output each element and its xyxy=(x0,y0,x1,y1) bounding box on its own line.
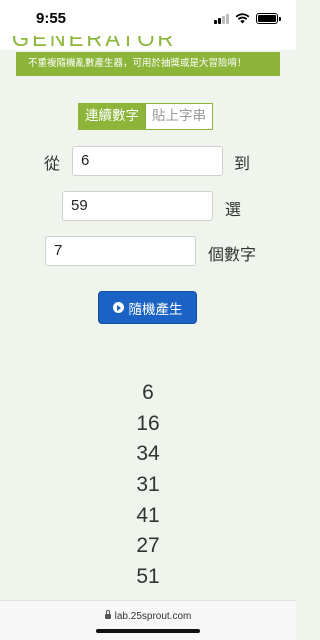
result-number: 27 xyxy=(136,534,160,558)
wifi-icon xyxy=(235,13,250,24)
site-header: GENERATOR xyxy=(0,36,296,50)
result-number: 16 xyxy=(136,411,160,435)
status-icons xyxy=(214,13,281,24)
url-text: lab.25sprout.com xyxy=(114,611,192,622)
status-bar: 9:55 xyxy=(0,0,296,36)
site-title: GENERATOR xyxy=(12,36,177,50)
to-input[interactable]: 59 xyxy=(62,191,213,221)
result-number: 31 xyxy=(136,473,160,497)
lock-icon xyxy=(104,610,111,619)
home-indicator[interactable] xyxy=(96,629,200,633)
from-input[interactable]: 6 xyxy=(72,146,223,176)
count-label: 個數字 xyxy=(208,245,257,264)
result-number: 51 xyxy=(136,565,160,589)
result-number: 41 xyxy=(136,503,160,527)
generate-button-label: 隨機產生 xyxy=(128,301,183,318)
result-number: 6 xyxy=(142,381,154,404)
mode-tabs: 連續數字 貼上字串 xyxy=(78,103,213,130)
description-banner: 不重複隨機亂數產生器，可用於抽獎或是大冒險唷！ xyxy=(16,52,280,76)
from-label: 從 xyxy=(44,154,61,173)
play-circle-icon xyxy=(112,302,124,313)
result-number: 34 xyxy=(136,442,160,466)
status-time: 9:55 xyxy=(36,10,67,27)
url-display[interactable]: lab.25sprout.com xyxy=(0,610,296,622)
pick-label: 選 xyxy=(225,200,242,219)
cellular-signal-icon xyxy=(214,13,229,24)
to-label: 到 xyxy=(234,154,251,173)
result-list: 6 16 34 31 41 27 51 xyxy=(0,378,296,593)
count-input[interactable]: 7 xyxy=(45,236,196,266)
browser-url-bar[interactable]: lab.25sprout.com xyxy=(0,600,296,640)
tab-consecutive-numbers[interactable]: 連續數字 xyxy=(78,103,146,130)
generate-button[interactable]: 隨機產生 xyxy=(98,291,197,324)
tab-paste-strings[interactable]: 貼上字串 xyxy=(146,103,213,130)
battery-icon xyxy=(256,13,281,24)
